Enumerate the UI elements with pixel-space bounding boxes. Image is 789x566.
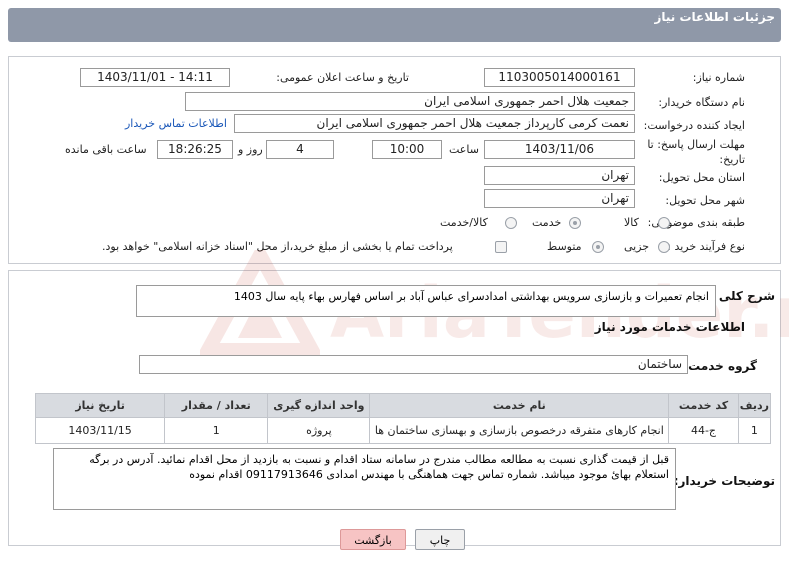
cell-date: 1403/11/15 — [34, 417, 166, 444]
announce-label: تاریخ و ساعت اعلان عمومی: — [276, 71, 409, 84]
services-table: ردیف کد خدمت نام خدمت واحد اندازه گیری ت… — [34, 393, 772, 444]
category-radio-goods[interactable] — [658, 217, 670, 229]
cell-name: انجام کارهای متفرقه درخصوص بازسازی و بهس… — [369, 417, 670, 444]
province-field: تهران — [484, 166, 635, 185]
service-group-label: گروه خدمت: — [683, 359, 757, 373]
process-option-medium: متوسط — [547, 240, 582, 253]
col-unit: واحد اندازه گیری — [267, 393, 371, 418]
remaining-label: ساعت باقی مانده — [65, 143, 147, 156]
service-group-field: ساختمان — [139, 355, 688, 374]
print-button[interactable]: چاپ — [415, 529, 465, 550]
buyer-notes-label: توضیحات خریدار: — [673, 474, 775, 488]
col-date: تاریخ نیاز — [34, 393, 166, 418]
cell-row: 1 — [737, 417, 772, 444]
need-number-field: 1103005014000161 — [484, 68, 635, 87]
deadline-date-field: 1403/11/06 — [484, 140, 635, 159]
cell-qty: 1 — [164, 417, 269, 444]
col-code: کد خدمت — [668, 393, 739, 418]
payment-note: پرداخت تمام یا بخشی از مبلغ خرید،از محل … — [102, 240, 453, 253]
back-button[interactable]: بازگشت — [340, 529, 406, 550]
requester-field: نعمت کرمی کارپرداز جمعیت هلال احمر جمهور… — [234, 114, 635, 133]
days-field: 4 — [266, 140, 334, 159]
category-option-goods: کالا — [624, 216, 639, 229]
table-header-row: ردیف کد خدمت نام خدمت واحد اندازه گیری ت… — [34, 393, 772, 418]
treasury-payment-checkbox[interactable] — [495, 241, 507, 253]
process-radio-minor[interactable] — [658, 241, 670, 253]
announce-field: 1403/11/01 - 14:11 — [80, 68, 230, 87]
buyer-contact-link[interactable]: اطلاعات تماس خریدار — [125, 117, 227, 130]
deadline-label: مهلت ارسال پاسخ: تا تاریخ: — [647, 138, 745, 166]
category-radio-goods-service[interactable] — [505, 217, 517, 229]
cell-code: ج-44 — [668, 417, 739, 444]
city-field: تهران — [484, 189, 635, 208]
days-label: روز و — [238, 143, 263, 156]
city-label: شهر محل تحویل: — [665, 194, 745, 207]
summary-textarea[interactable]: انجام تعمیرات و بازسازی سرویس بهداشتی ام… — [136, 285, 716, 317]
remaining-time-field: 18:26:25 — [157, 140, 233, 159]
time-label: ساعت — [449, 143, 479, 156]
need-number-label: شماره نیاز: — [692, 71, 745, 84]
buyer-org-label: نام دستگاه خریدار: — [658, 96, 745, 109]
province-label: استان محل تحویل: — [658, 171, 745, 184]
col-row: ردیف — [737, 393, 772, 418]
requester-label: ایجاد کننده درخواست: — [643, 119, 745, 132]
category-option-service: خدمت — [532, 216, 562, 229]
page-title: جزئیات اطلاعات نیاز — [654, 10, 775, 24]
process-option-minor: جزیی — [624, 240, 650, 253]
process-label: نوع فرآیند خرید : — [667, 240, 745, 253]
buyer-notes-textarea[interactable]: قبل از قیمت گذاری نسبت به مطالعه مطالب م… — [53, 448, 676, 510]
services-section-title: اطلاعات خدمات مورد نیاز — [594, 320, 745, 334]
category-radio-service[interactable] — [569, 217, 581, 229]
cell-unit: پروژه — [267, 417, 371, 444]
col-qty: تعداد / مقدار — [164, 393, 269, 418]
col-name: نام خدمت — [369, 393, 670, 418]
category-option-goods-service: کالا/خدمت — [440, 216, 488, 229]
buyer-org-field: جمعیت هلال احمر جمهوری اسلامی ایران — [185, 92, 635, 111]
process-radio-medium[interactable] — [592, 241, 604, 253]
table-row[interactable]: 1 ج-44 انجام کارهای متفرقه درخصوص بازساز… — [34, 417, 772, 444]
deadline-time-field: 10:00 — [372, 140, 442, 159]
